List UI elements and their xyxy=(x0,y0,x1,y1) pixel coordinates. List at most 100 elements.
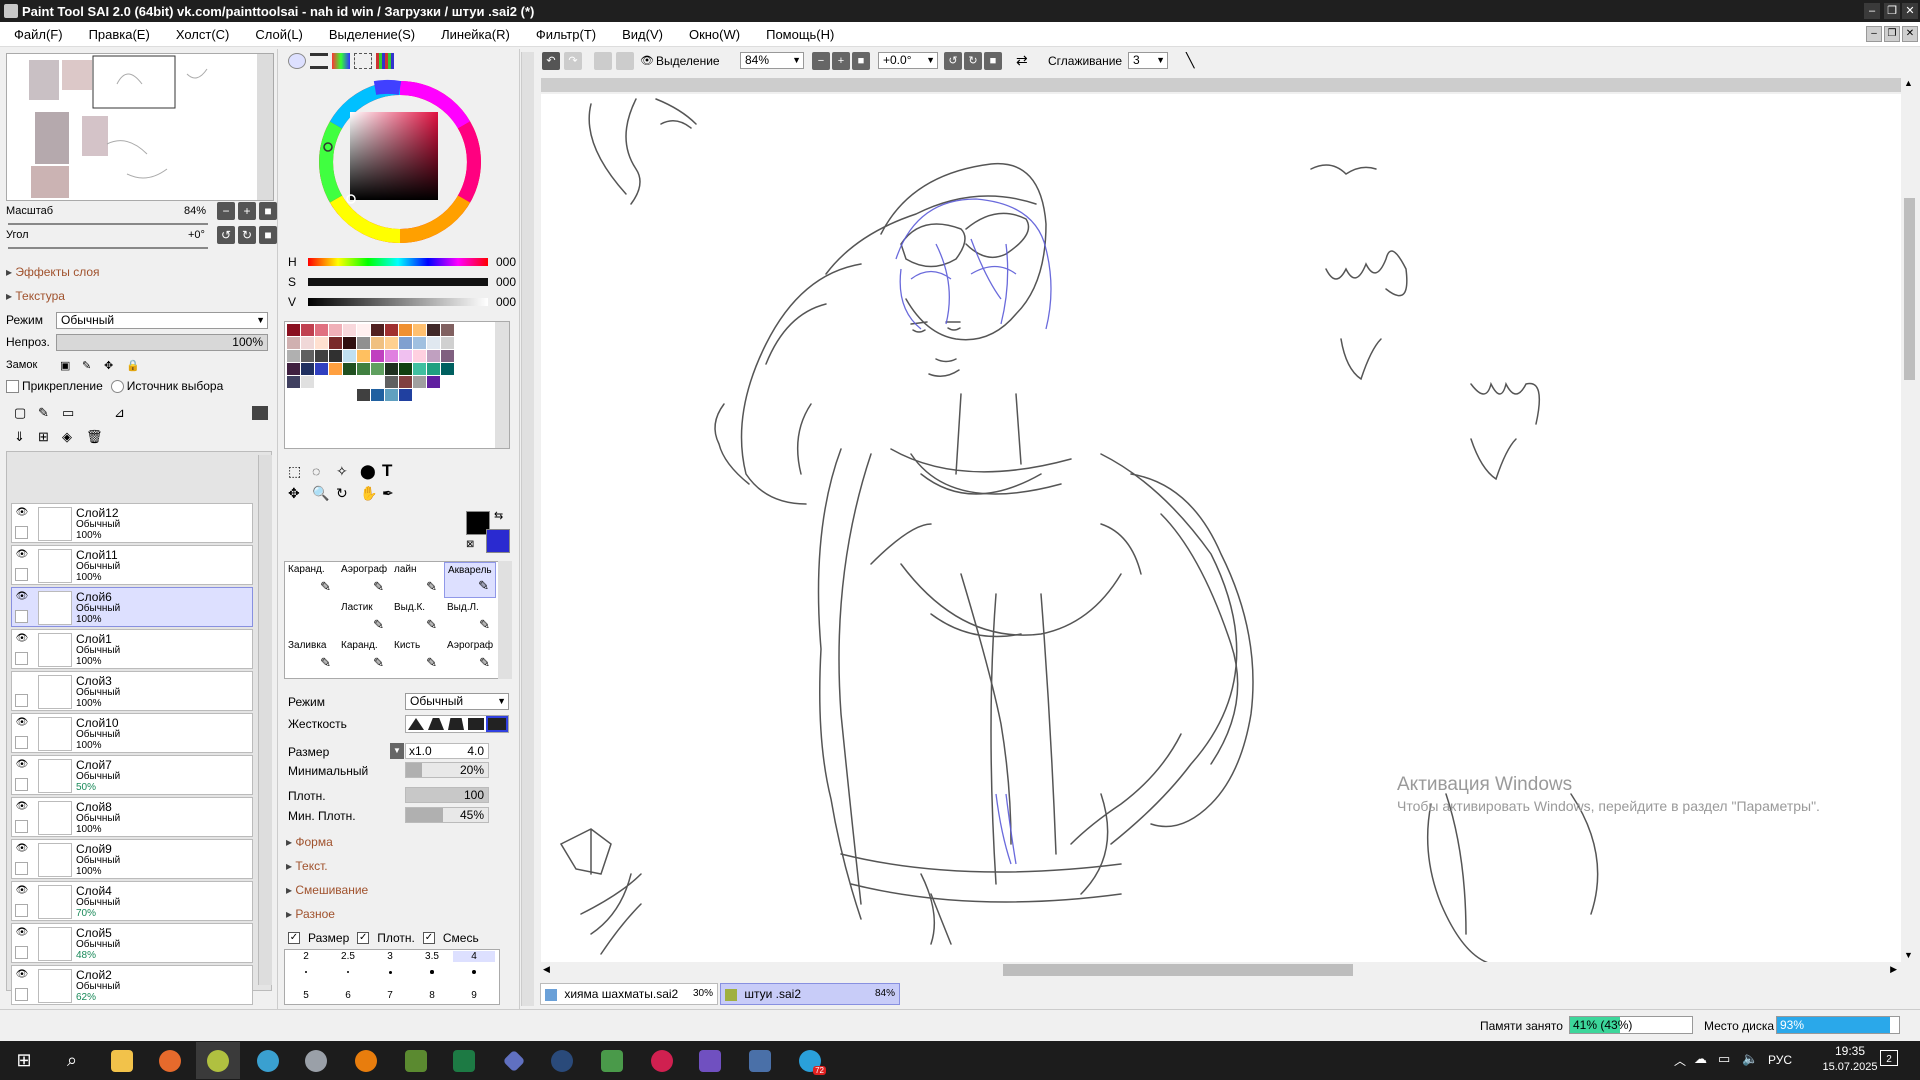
palette-swatch[interactable] xyxy=(315,324,328,336)
palette-swatch[interactable] xyxy=(315,363,328,375)
brush-preset-label[interactable]: 2.5 xyxy=(327,951,369,962)
palette-swatch[interactable] xyxy=(399,376,412,388)
new-folder-icon[interactable]: ▭ xyxy=(62,405,74,421)
palette-swatch[interactable] xyxy=(301,376,314,388)
toolbar-rotate-right-button[interactable]: ↻ xyxy=(964,52,982,70)
brush-preset-dot[interactable] xyxy=(346,970,350,974)
eye-icon[interactable]: 👁 xyxy=(640,52,654,70)
brush-preset-dot[interactable] xyxy=(388,970,392,974)
minimize-button[interactable]: – xyxy=(1864,3,1880,19)
layer-select-checkbox[interactable] xyxy=(15,610,28,623)
palette-swatch[interactable] xyxy=(343,337,356,349)
palette-swatch[interactable] xyxy=(329,337,342,349)
palette-swatch[interactable] xyxy=(315,350,328,362)
tray-chevron-up-icon[interactable]: ︿ xyxy=(1674,1052,1686,1069)
color-wheel[interactable] xyxy=(315,77,485,247)
brush-tool-6[interactable]: Выд.К. ✎ xyxy=(391,600,443,636)
swap-colors-icon[interactable]: ⇆ xyxy=(494,509,503,522)
layer-select-checkbox[interactable] xyxy=(15,946,28,959)
menu-window[interactable]: Окно(W) xyxy=(675,27,752,42)
selection-source-radio[interactable] xyxy=(110,379,124,393)
palette-swatch[interactable] xyxy=(399,389,412,401)
palette-swatch[interactable] xyxy=(427,376,440,388)
form-section[interactable]: Форма xyxy=(286,835,332,849)
eye-icon[interactable]: 👁 xyxy=(15,633,29,647)
invert-selection-button[interactable] xyxy=(616,52,634,70)
eye-icon[interactable]: 👁 xyxy=(15,717,29,731)
palette-swatch[interactable] xyxy=(329,363,342,375)
network-icon[interactable]: ▭ xyxy=(1718,1051,1730,1067)
layer-opacity-slider[interactable]: 100% xyxy=(56,333,268,351)
palette-swatch[interactable] xyxy=(329,324,342,336)
brush-preset-label[interactable]: 9 xyxy=(453,990,495,1001)
palette-swatch[interactable] xyxy=(385,376,398,388)
palette-swatch[interactable] xyxy=(329,389,342,401)
palette-swatch[interactable] xyxy=(357,324,370,336)
new-vector-layer-icon[interactable]: ✎ xyxy=(38,405,49,421)
vertical-scrollbar[interactable]: ▲ ▼ xyxy=(1901,76,1918,962)
layer-row[interactable]: Слой3 Обычный 100% xyxy=(11,671,253,711)
shape-icon[interactable]: ⬤ xyxy=(360,463,376,480)
horizontal-scrollbar[interactable]: ◀ ▶ xyxy=(541,962,1901,978)
new-layer-icon[interactable]: ▢ xyxy=(14,405,26,421)
scroll-up-icon[interactable]: ▲ xyxy=(1904,78,1913,88)
zoom-out-button[interactable]: − xyxy=(217,202,235,220)
eye-icon[interactable]: 👁 xyxy=(15,927,29,941)
palette-scrollbar[interactable] xyxy=(495,322,509,448)
magic-wand-icon[interactable]: ✧ xyxy=(336,463,348,480)
panel-scrollbar[interactable] xyxy=(521,52,534,1006)
navigator-preview[interactable] xyxy=(6,53,274,201)
file-explorer-icon[interactable] xyxy=(100,1042,144,1079)
doc-close-button[interactable]: ✕ xyxy=(1902,26,1918,42)
toolbar-zoom-reset-button[interactable]: ■ xyxy=(852,52,870,70)
eye-icon[interactable]: 👁 xyxy=(15,969,29,983)
scroll-left-icon[interactable]: ◀ xyxy=(543,964,550,975)
brush-tool-7[interactable]: Выд.Л. ✎ xyxy=(444,600,496,636)
paint-tool-sai-icon[interactable] xyxy=(196,1042,240,1079)
angle-select[interactable]: +0.0° ▼ xyxy=(878,52,938,69)
line-tool-icon[interactable]: ╲ xyxy=(1186,52,1194,69)
brush-preset-label[interactable]: 3.5 xyxy=(411,951,453,962)
palette-swatch[interactable] xyxy=(427,337,440,349)
brush-preset-label[interactable]: 2 xyxy=(285,951,327,962)
density-check[interactable]: ✓ xyxy=(357,932,370,944)
maximize-button[interactable]: ❐ xyxy=(1884,3,1900,19)
palette-swatch[interactable] xyxy=(399,337,412,349)
size-check[interactable]: ✓ xyxy=(288,932,300,944)
drawing-canvas[interactable]: Активация Windows Чтобы активировать Win… xyxy=(541,94,1901,962)
app-rabbit-icon[interactable] xyxy=(590,1042,634,1079)
brush-preset-label[interactable]: 4 xyxy=(453,951,495,962)
telegram-icon[interactable]: 72 xyxy=(788,1042,832,1079)
hardness-3-icon[interactable] xyxy=(448,718,464,730)
color-wheel-tab-icon[interactable] xyxy=(288,53,306,69)
scroll-down-icon[interactable]: ▼ xyxy=(1904,950,1913,960)
palette-swatch[interactable] xyxy=(357,363,370,375)
layer-row[interactable]: 👁 Слой9 Обычный 100% xyxy=(11,839,253,879)
menu-ruler[interactable]: Линейка(R) xyxy=(427,27,522,42)
flip-horizontal-icon[interactable]: ⇄ xyxy=(1016,52,1028,69)
palette-swatch[interactable] xyxy=(413,337,426,349)
palette-swatch[interactable] xyxy=(413,324,426,336)
palette-swatch[interactable] xyxy=(287,376,300,388)
horizontal-scroll-thumb[interactable] xyxy=(1003,964,1353,976)
palette-swatch[interactable] xyxy=(427,324,440,336)
brush-tool-3[interactable]: Акварель ✎ xyxy=(444,562,496,598)
palette-swatch[interactable] xyxy=(413,389,426,401)
layer-row[interactable]: 👁 Слой5 Обычный 48% xyxy=(11,923,253,963)
hue-slider[interactable] xyxy=(308,258,488,266)
windows-start-icon[interactable]: ⊞ xyxy=(2,1042,46,1079)
lock-all-icon[interactable]: 🔒 xyxy=(126,359,140,372)
merge-down-icon[interactable]: ⇓ xyxy=(14,429,25,445)
clock-time[interactable]: 19:35 xyxy=(1818,1044,1882,1058)
hardness-4-icon[interactable] xyxy=(468,718,484,730)
top-scroll-thumb[interactable] xyxy=(541,78,1901,92)
app-shield-icon[interactable] xyxy=(294,1042,338,1079)
brush-tool-10[interactable]: Кисть ✎ xyxy=(391,638,443,674)
palette-swatch[interactable] xyxy=(357,350,370,362)
eyedropper-icon[interactable]: ✒ xyxy=(382,485,394,502)
layer-mode-select[interactable]: Обычный ▼ xyxy=(56,311,268,329)
firefox-icon[interactable] xyxy=(148,1042,192,1079)
layer-row[interactable]: 👁 Слой7 Обычный 50% xyxy=(11,755,253,795)
palette-swatch[interactable] xyxy=(385,350,398,362)
toolbar-rotate-reset-button[interactable]: ■ xyxy=(984,52,1002,70)
